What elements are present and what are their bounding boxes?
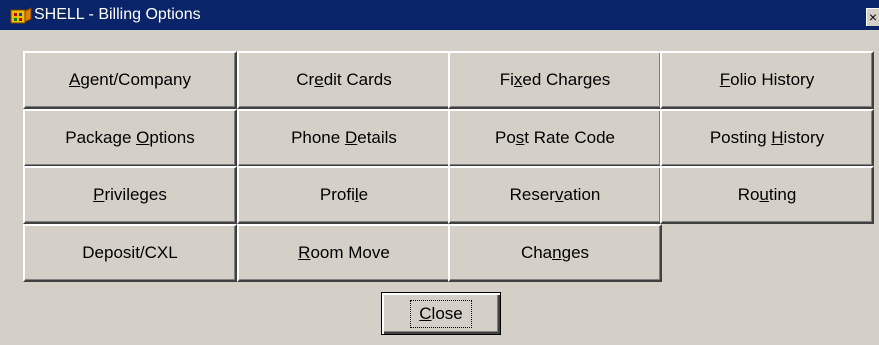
deposit-cxl-label: Deposit/CXL: [82, 243, 178, 262]
folio-history-button[interactable]: Folio History: [660, 51, 874, 109]
agent-company-button[interactable]: Agent/Company: [23, 51, 237, 109]
posting-history-label: Posting History: [709, 128, 825, 147]
profile-label: Profile: [319, 185, 369, 204]
routing-label: Routing: [737, 185, 797, 204]
room-move-button[interactable]: Room Move: [237, 224, 451, 282]
credit-cards-button[interactable]: Credit Cards: [237, 51, 451, 109]
privileges-label: Privileges: [93, 185, 167, 204]
close-button[interactable]: Close: [381, 292, 501, 335]
folio-history-label: Folio History: [719, 70, 815, 89]
profile-button[interactable]: Profile: [237, 166, 451, 224]
routing-button[interactable]: Routing: [660, 166, 874, 224]
package-options-label: Package Options: [65, 128, 195, 147]
close-button-label: Close: [410, 299, 472, 328]
changes-label: Changes: [520, 243, 590, 262]
close-icon[interactable]: ×: [866, 8, 879, 26]
title-bar[interactable]: SHELL - Billing Options ×: [0, 0, 879, 30]
deposit-cxl-button[interactable]: Deposit/CXL: [23, 224, 237, 282]
room-move-label: Room Move: [298, 243, 390, 262]
billing-options-window: SHELL - Billing Options × Agent/Company C…: [0, 0, 879, 345]
package-options-button[interactable]: Package Options: [23, 109, 237, 167]
phone-details-button[interactable]: Phone Details: [237, 109, 451, 167]
post-rate-code-button[interactable]: Post Rate Code: [448, 109, 662, 167]
fixed-charges-button[interactable]: Fixed Charges: [448, 51, 662, 109]
fixed-charges-label: Fixed Charges: [499, 70, 611, 89]
post-rate-code-label: Post Rate Code: [494, 128, 616, 147]
posting-history-button[interactable]: Posting History: [660, 109, 874, 167]
agent-company-label: Agent/Company: [69, 70, 191, 89]
changes-button[interactable]: Changes: [448, 224, 662, 282]
credit-cards-label: Credit Cards: [296, 70, 392, 89]
reservation-label: Reservation: [509, 185, 601, 204]
phone-details-label: Phone Details: [291, 128, 397, 147]
reservation-button[interactable]: Reservation: [448, 166, 662, 224]
window-title: SHELL - Billing Options: [34, 6, 201, 23]
privileges-button[interactable]: Privileges: [23, 166, 237, 224]
hotel-app-icon: [10, 7, 32, 24]
